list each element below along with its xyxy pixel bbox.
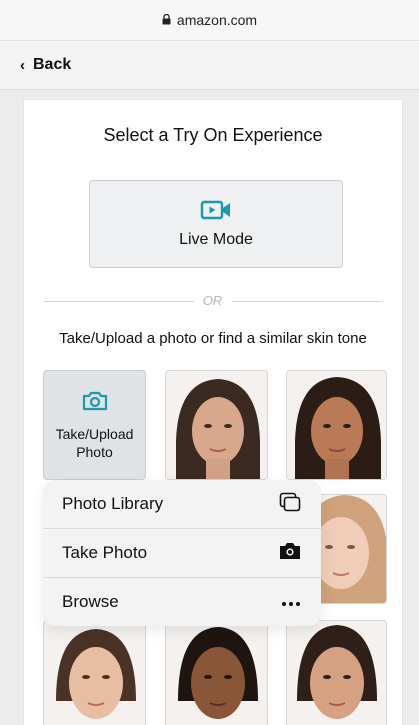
- browser-url-bar[interactable]: amazon.com: [0, 0, 419, 40]
- face-image: [166, 371, 267, 479]
- or-text: OR: [202, 293, 223, 308]
- take-upload-photo-button[interactable]: Take/Upload Photo: [43, 370, 146, 480]
- video-camera-icon: [200, 200, 232, 225]
- url-text: amazon.com: [176, 12, 258, 28]
- more-icon: [281, 592, 301, 612]
- photo-library-icon: [279, 492, 301, 517]
- menu-item-browse[interactable]: Browse: [43, 578, 321, 626]
- face-image: [166, 621, 267, 725]
- instruction-text: Take/Upload a photo or find a similar sk…: [59, 330, 367, 347]
- face-image: [287, 371, 386, 479]
- upload-label-line1: Take/Upload: [55, 425, 134, 442]
- menu-item-label: Photo Library: [62, 494, 164, 513]
- back-button[interactable]: Back: [33, 56, 71, 74]
- skin-tone-tile-light[interactable]: [43, 620, 146, 725]
- skin-tone-tile-medium[interactable]: [286, 620, 387, 725]
- menu-item-take-photo[interactable]: Take Photo: [43, 529, 321, 577]
- skin-tone-tile-light-medium[interactable]: [165, 370, 268, 480]
- live-mode-button[interactable]: Live Mode: [89, 180, 343, 268]
- photo-source-menu: Photo Library Take Photo Browse: [43, 480, 321, 626]
- live-mode-label: Live Mode: [179, 230, 253, 248]
- menu-item-photo-library[interactable]: Photo Library: [43, 480, 321, 528]
- upload-label-line2: Photo: [76, 443, 113, 460]
- skin-tone-tile-deep[interactable]: [165, 620, 268, 725]
- face-image: [287, 621, 386, 725]
- chevron-left-icon[interactable]: ‹: [20, 57, 25, 74]
- lock-icon: [162, 12, 171, 28]
- face-image: [44, 621, 145, 725]
- top-nav: ‹ Back: [0, 40, 419, 90]
- menu-item-label: Browse: [62, 592, 119, 611]
- page-title: Select a Try On Experience: [103, 125, 323, 145]
- or-divider: OR: [44, 292, 381, 310]
- camera-icon: [279, 542, 301, 565]
- skin-tone-tile-medium-tan[interactable]: [286, 370, 387, 480]
- menu-item-label: Take Photo: [62, 543, 148, 562]
- camera-icon: [81, 390, 109, 417]
